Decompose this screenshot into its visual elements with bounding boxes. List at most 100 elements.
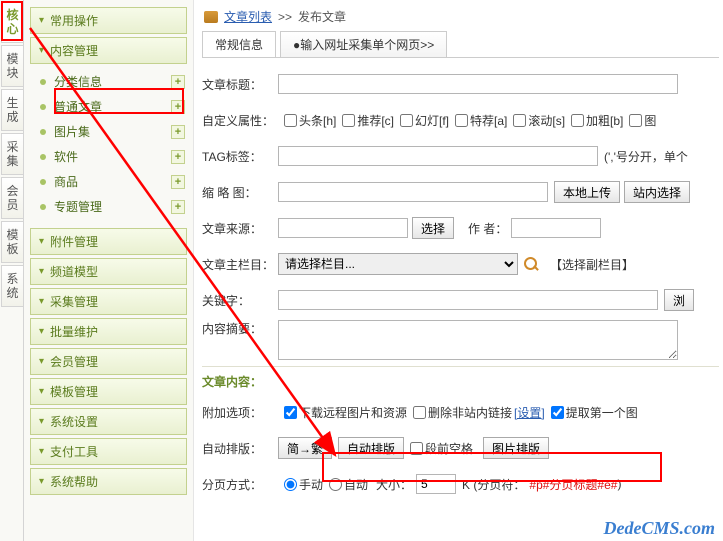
chk-label: 推荐[c] — [357, 112, 394, 129]
label-subcolumn[interactable]: 【选择副栏目】 — [550, 256, 634, 273]
sidebar-section-collect[interactable]: ▾采集管理 — [30, 288, 187, 315]
sidebar-section-settings[interactable]: ▾系统设置 — [30, 408, 187, 435]
sidebar-section-label: 内容管理 — [50, 42, 98, 59]
btn-auto-layout[interactable]: 自动排版 — [338, 437, 404, 459]
plus-icon[interactable]: + — [171, 125, 185, 139]
sidebar-section-payment[interactable]: ▾支付工具 — [30, 438, 187, 465]
input-source[interactable] — [278, 218, 408, 238]
sidebar: ▾常用操作 ▾内容管理 分类信息+ 普通文章+ 图片集+ 软件+ 商品+ 专题管… — [24, 0, 194, 541]
vtab-generate[interactable]: 生成 — [1, 89, 23, 131]
plus-icon[interactable]: + — [171, 175, 185, 189]
tree-item-gallery[interactable]: 图片集+ — [34, 119, 187, 144]
input-keywords[interactable] — [278, 290, 658, 310]
label-paging: 分页方式： — [202, 476, 278, 493]
sidebar-section-member[interactable]: ▾会员管理 — [30, 348, 187, 375]
btn-image-layout[interactable]: 图片排版 — [483, 437, 549, 459]
tree-item-software[interactable]: 软件+ — [34, 144, 187, 169]
chevron-down-icon: ▾ — [39, 416, 44, 427]
btn-source-pick[interactable]: 选择 — [412, 217, 454, 239]
sidebar-section-attachment[interactable]: ▾附件管理 — [30, 228, 187, 255]
label-thumb: 缩 略 图： — [202, 184, 278, 201]
chk-headline[interactable] — [284, 114, 297, 127]
chk-label: 提取第一个图 — [566, 404, 638, 421]
chevron-down-icon: ▾ — [39, 356, 44, 367]
bullet-icon — [40, 79, 46, 85]
search-icon[interactable] — [524, 257, 538, 271]
chk-download-remote[interactable] — [284, 406, 297, 419]
label-title: 文章标题： — [202, 76, 278, 93]
chk-pic[interactable] — [629, 114, 642, 127]
input-paging-size[interactable] — [416, 474, 456, 494]
plus-icon[interactable]: + — [171, 100, 185, 114]
textarea-summary[interactable] — [278, 320, 678, 360]
chevron-down-icon: ▾ — [39, 15, 44, 26]
chk-label: 头条[h] — [299, 112, 336, 129]
tab-url-collect[interactable]: ●输入网址采集单个网页>> — [280, 31, 447, 57]
chevron-down-icon: ▾ — [39, 266, 44, 277]
vtab-system[interactable]: 系统 — [1, 265, 23, 307]
label-autolayout: 自动排版： — [202, 440, 278, 457]
sidebar-section-common[interactable]: ▾常用操作 — [30, 7, 187, 34]
label-paging-size: 大小： — [376, 476, 412, 493]
input-tags[interactable] — [278, 146, 598, 166]
sidebar-section-content[interactable]: ▾内容管理 — [30, 37, 187, 64]
vtab-module[interactable]: 模块 — [1, 45, 23, 87]
plus-icon[interactable]: + — [171, 150, 185, 164]
vtab-member[interactable]: 会员 — [1, 177, 23, 219]
chevron-down-icon: ▾ — [39, 326, 44, 337]
plus-icon[interactable]: + — [171, 75, 185, 89]
vtab-collect[interactable]: 采集 — [1, 133, 23, 175]
sidebar-section-label: 频道模型 — [50, 263, 98, 280]
chk-label: 加粗[b] — [586, 112, 623, 129]
label-summary: 内容摘要： — [202, 320, 278, 337]
label-extra: 附加选项： — [202, 404, 278, 421]
sidebar-section-template[interactable]: ▾ 模板管理 — [30, 378, 187, 405]
chk-bold[interactable] — [571, 114, 584, 127]
bullet-icon — [40, 104, 46, 110]
breadcrumb: 文章列表 >> 发布文章 — [202, 6, 719, 31]
chk-label: 下载远程图片和资源 — [299, 404, 407, 421]
input-title[interactable] — [278, 74, 678, 94]
chevron-down-icon: ▾ — [39, 386, 44, 397]
radio-paging-manual[interactable] — [284, 478, 297, 491]
chk-recommend[interactable] — [342, 114, 355, 127]
btn-simplified-traditional[interactable]: 简→繁 — [278, 437, 332, 459]
input-author[interactable] — [511, 218, 601, 238]
sidebar-section-label: 模板管理 — [50, 383, 98, 400]
bullet-icon — [40, 179, 46, 185]
chevron-down-icon: ▾ — [39, 446, 44, 457]
attr-checkbox-group: 头条[h] 推荐[c] 幻灯[f] 特荐[a] 滚动[s] 加粗[b] 图 — [278, 112, 656, 129]
breadcrumb-list[interactable]: 文章列表 — [224, 8, 272, 25]
tree-item-category[interactable]: 分类信息+ — [34, 69, 187, 94]
chk-scroll[interactable] — [513, 114, 526, 127]
tab-general[interactable]: 常规信息 — [202, 31, 276, 57]
main-panel: 文章列表 >> 发布文章 常规信息 ●输入网址采集单个网页>> 文章标题： 自定… — [194, 0, 723, 541]
bullet-icon — [40, 129, 46, 135]
tree-item-goods[interactable]: 商品+ — [34, 169, 187, 194]
tree-item-special[interactable]: 专题管理+ — [34, 194, 187, 219]
chk-extract-first-image[interactable] — [551, 406, 564, 419]
tree-item-articles[interactable]: 普通文章+ — [34, 94, 187, 119]
btn-thumb-upload[interactable]: 本地上传 — [554, 181, 620, 203]
radio-paging-auto[interactable] — [329, 478, 342, 491]
chk-label: 段前空格 — [425, 440, 473, 457]
select-column[interactable]: 请选择栏目... — [278, 253, 518, 275]
btn-thumb-pick[interactable]: 站内选择 — [624, 181, 690, 203]
chk-remove-external[interactable] — [413, 406, 426, 419]
chk-indent[interactable] — [410, 442, 423, 455]
vtab-core[interactable]: 核心 — [1, 1, 23, 43]
chk-slide[interactable] — [400, 114, 413, 127]
breadcrumb-sep: >> — [278, 10, 292, 24]
sidebar-section-help[interactable]: ▾系统帮助 — [30, 468, 187, 495]
link-external-settings[interactable]: [设置] — [514, 404, 545, 421]
sidebar-section-channel[interactable]: ▾ 频道模型 — [30, 258, 187, 285]
input-thumb[interactable] — [278, 182, 548, 202]
label-tags: TAG标签： — [202, 148, 278, 165]
btn-keyword-browse[interactable]: 浏 — [664, 289, 694, 311]
vtab-template[interactable]: 模板 — [1, 221, 23, 263]
sidebar-section-batch[interactable]: ▾批量维护 — [30, 318, 187, 345]
chevron-down-icon: ▾ — [39, 476, 44, 487]
plus-icon[interactable]: + — [171, 200, 185, 214]
chk-label: 特荐[a] — [470, 112, 507, 129]
chk-special[interactable] — [455, 114, 468, 127]
